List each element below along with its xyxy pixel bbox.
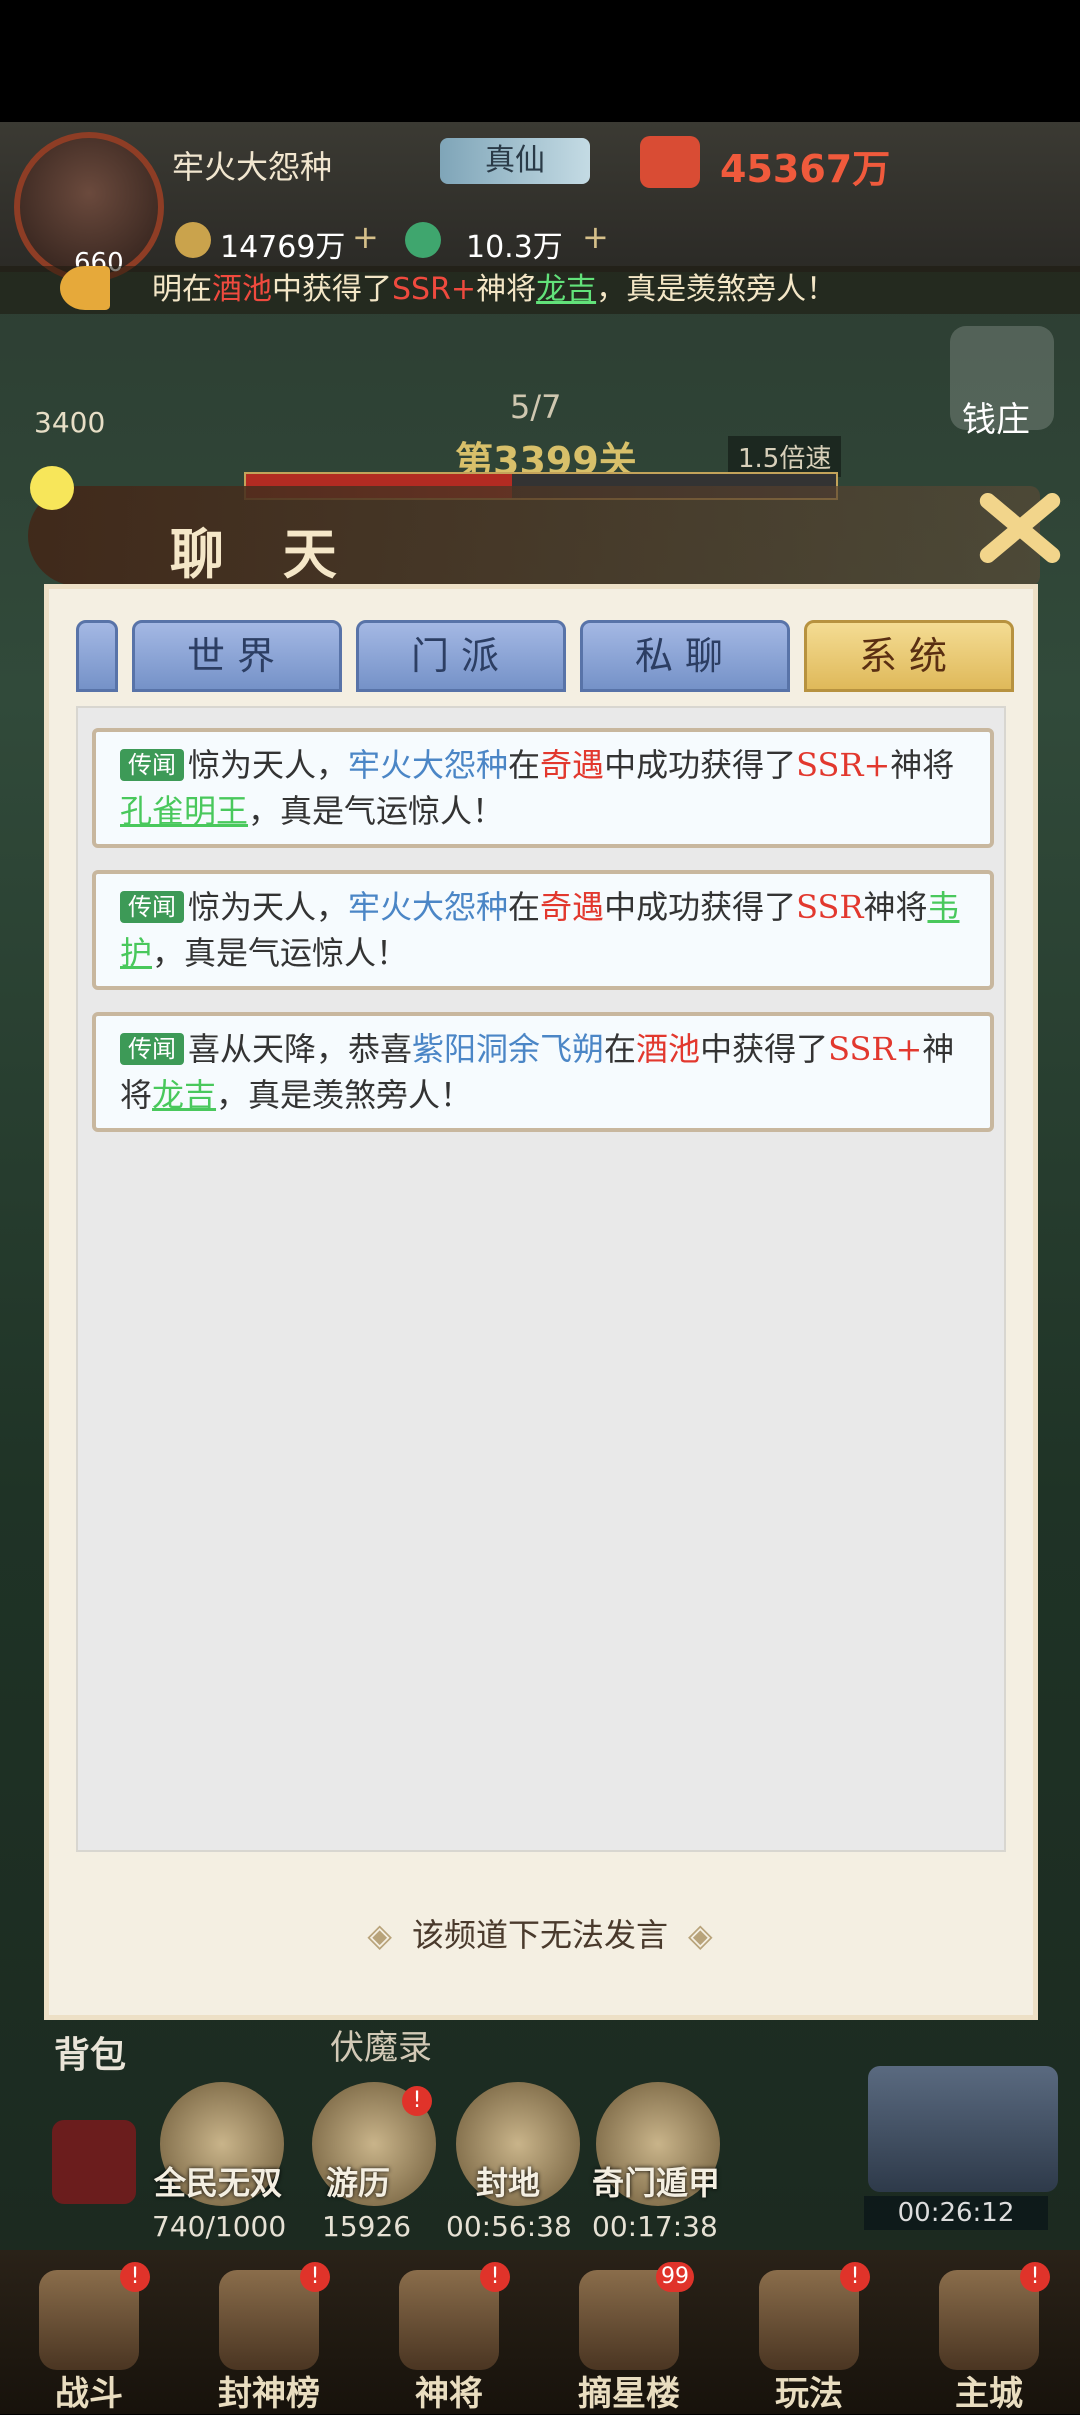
backpack-button[interactable]: 背包 xyxy=(54,2026,126,2078)
ticker-part: 中获得了 xyxy=(272,272,392,307)
msg-text: ，真是气运惊人！ xyxy=(152,934,409,972)
msg-text: 惊为天人， xyxy=(188,746,349,784)
activity-value: 00:17:38 xyxy=(592,2210,718,2243)
ticker-text: 明在酒池中获得了SSR+神将龙吉，真是羡煞旁人！ xyxy=(152,266,836,314)
close-icon[interactable] xyxy=(960,468,1080,588)
notice-text: 该频道下无法发言 xyxy=(411,1916,668,1954)
lantern-icon xyxy=(30,466,74,510)
wave-counter: 5/7 xyxy=(510,388,562,426)
msg-source: 奇遇 xyxy=(540,746,605,784)
msg-player[interactable]: 牢火大怨种 xyxy=(348,746,508,784)
alert-badge: ! xyxy=(402,2086,432,2116)
player-name: 牢火大怨种 xyxy=(172,148,333,186)
msg-grade: SSR xyxy=(796,888,864,926)
coin-icon xyxy=(175,222,211,258)
msg-grade: SSR+ xyxy=(828,1030,923,1068)
fumo-label[interactable]: 伏魔录 xyxy=(330,2020,432,2069)
activity-value: 740/1000 xyxy=(152,2210,287,2243)
msg-text: 中成功获得了 xyxy=(604,888,797,926)
ticker-part: 明在 xyxy=(152,272,212,307)
msg-text: 神将 xyxy=(863,888,928,926)
left-value: 3400 xyxy=(34,406,106,439)
ticker-hero: 龙吉 xyxy=(536,272,597,307)
msg-text: 在 xyxy=(508,746,541,784)
activity-label: 游历 xyxy=(326,2164,391,2202)
nav-label: 主城 xyxy=(955,2374,1023,2414)
treasure-chest-icon[interactable] xyxy=(868,2066,1058,2192)
system-message: 传闻 惊为天人，牢火大怨种在奇遇中成功获得了SSR神将韦护，真是气运惊人！ xyxy=(92,870,994,990)
activity-label: 封地 xyxy=(476,2164,541,2202)
count-badge: 99 xyxy=(656,2262,694,2292)
add-coin-button[interactable]: + xyxy=(352,218,379,256)
rumor-tag: 传闻 xyxy=(120,891,184,923)
nav-label: 摘星楼 xyxy=(578,2374,680,2414)
msg-text: 惊为天人， xyxy=(188,888,349,926)
msg-player[interactable]: 紫阳洞余飞朔 xyxy=(412,1030,604,1068)
msg-text: 神将 xyxy=(890,746,955,784)
nav-label: 封神榜 xyxy=(218,2374,320,2414)
speed-button[interactable]: 1.5倍速 xyxy=(728,436,842,477)
tab-system[interactable]: 系统 xyxy=(804,620,1014,692)
chest-timer: 00:26:12 xyxy=(864,2196,1048,2230)
msg-text: 中成功获得了 xyxy=(604,746,797,784)
msg-text: 在 xyxy=(508,888,541,926)
system-message: 传闻 惊为天人，牢火大怨种在奇遇中成功获得了SSR+神将孔雀明王，真是气运惊人！ xyxy=(92,728,994,848)
activity-value: 00:56:38 xyxy=(446,2210,572,2243)
msg-hero-link[interactable]: 孔雀明王 xyxy=(120,792,248,830)
msg-text: ，真是气运惊人！ xyxy=(248,792,505,830)
diamond-left-icon: ◈ xyxy=(367,1916,392,1954)
msg-text: ，真是羡煞旁人！ xyxy=(216,1076,473,1114)
jade-icon xyxy=(405,222,441,258)
nav-label: 神将 xyxy=(415,2374,483,2414)
horn-icon xyxy=(60,266,110,310)
status-bar xyxy=(0,0,1080,122)
power-value: 45367万 xyxy=(720,147,891,191)
flower-icon[interactable] xyxy=(52,2120,136,2204)
alert-badge: ! xyxy=(300,2262,330,2292)
msg-text: 喜从天降，恭喜 xyxy=(188,1030,413,1068)
tab-sect[interactable]: 门派 xyxy=(356,620,566,692)
alert-badge: ! xyxy=(840,2262,870,2292)
msg-player[interactable]: 牢火大怨种 xyxy=(348,888,508,926)
nav-label: 玩法 xyxy=(775,2374,843,2414)
msg-text: 在 xyxy=(604,1030,637,1068)
alert-badge: ! xyxy=(1020,2262,1050,2292)
nav-label: 战斗 xyxy=(55,2374,123,2414)
coin-value: 14769万 xyxy=(220,230,346,265)
msg-source: 奇遇 xyxy=(540,888,605,926)
system-message: 传闻 喜从天降，恭喜紫阳洞余飞朔在酒池中获得了SSR+神将龙吉，真是羡煞旁人！ xyxy=(92,1012,994,1132)
channel-muted-notice: ◈ 该频道下无法发言 ◈ xyxy=(0,1910,1080,1956)
ticker-part: 神将 xyxy=(476,272,537,307)
msg-hero-link[interactable]: 龙吉 xyxy=(152,1076,216,1114)
activity-label: 全民无双 xyxy=(154,2164,283,2202)
rumor-tag: 传闻 xyxy=(120,749,184,781)
power-icon xyxy=(640,136,700,188)
ticker-part: ，真是羡煞旁人！ xyxy=(596,272,837,307)
alert-badge: ! xyxy=(480,2262,510,2292)
qianzhuang-label: 钱庄 xyxy=(962,400,1030,440)
diamond-right-icon: ◈ xyxy=(688,1916,713,1954)
tab-scrolled-left[interactable] xyxy=(76,620,118,692)
tab-private[interactable]: 私聊 xyxy=(580,620,790,692)
msg-grade: SSR+ xyxy=(796,746,891,784)
tab-world[interactable]: 世界 xyxy=(132,620,342,692)
msg-text: 中获得了 xyxy=(700,1030,829,1068)
ticker-place: 酒池 xyxy=(212,272,272,307)
activity-label: 奇门遁甲 xyxy=(592,2164,721,2202)
msg-source: 酒池 xyxy=(636,1030,701,1068)
alert-badge: ! xyxy=(120,2262,150,2292)
chat-title: 聊 天 xyxy=(170,523,357,586)
ticker-grade: SSR+ xyxy=(392,272,477,307)
rank-badge: 真仙 xyxy=(440,138,590,184)
rumor-tag: 传闻 xyxy=(120,1033,184,1065)
add-jade-button[interactable]: + xyxy=(582,218,609,256)
activity-value: 15926 xyxy=(322,2210,412,2243)
jade-value: 10.3万 xyxy=(466,230,563,265)
broadcast-ticker: 明在酒池中获得了SSR+神将龙吉，真是羡煞旁人！ xyxy=(0,266,1080,314)
